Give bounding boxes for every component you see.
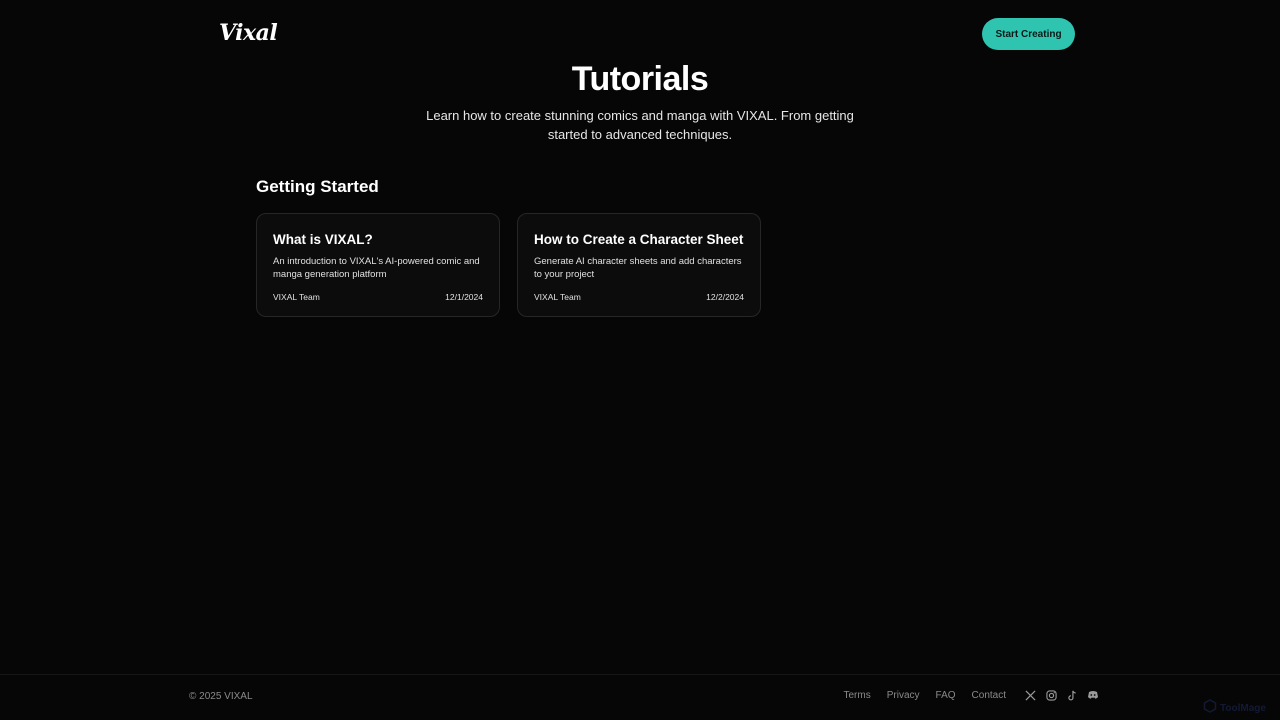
footer-link-privacy[interactable]: Privacy [887, 690, 920, 701]
page: Vixal Start Creating Tutorials Learn how… [0, 0, 1280, 720]
footer: © 2025 VIXAL Terms Privacy FAQ Contact [0, 674, 1280, 720]
footer-nav: Terms Privacy FAQ Contact [827, 689, 1099, 701]
card-description: An introduction to VIXAL's AI-powered co… [273, 256, 480, 280]
card-date: 12/1/2024 [445, 292, 483, 302]
tiktok-icon[interactable] [1066, 689, 1078, 701]
card-date: 12/2/2024 [706, 292, 744, 302]
vixal-logo[interactable]: Vixal [219, 20, 278, 46]
tutorial-card-character-sheet[interactable]: How to Create a Character Sheet Generate… [517, 213, 761, 317]
x-icon[interactable] [1024, 689, 1036, 701]
social-links [1024, 689, 1099, 701]
instagram-icon[interactable] [1045, 689, 1057, 701]
card-author: VIXAL Team [534, 292, 581, 302]
watermark-text: ToolMage [1220, 703, 1266, 714]
start-creating-button[interactable]: Start Creating [982, 18, 1075, 50]
page-subtitle: Learn how to create stunning comics and … [426, 108, 854, 142]
discord-icon[interactable] [1087, 689, 1099, 701]
card-author: VIXAL Team [273, 292, 320, 302]
card-title: What is VIXAL? [273, 232, 373, 247]
copyright: © 2025 VIXAL [189, 691, 253, 702]
watermark-logo-icon [1203, 699, 1217, 718]
card-title: How to Create a Character Sheet [534, 232, 744, 247]
watermark: ToolMage [1203, 699, 1266, 718]
footer-link-terms[interactable]: Terms [843, 690, 870, 701]
section-title-getting-started: Getting Started [256, 177, 379, 196]
card-description: Generate AI character sheets and add cha… [534, 256, 742, 280]
footer-link-faq[interactable]: FAQ [936, 690, 956, 701]
page-title: Tutorials [571, 60, 709, 98]
footer-link-contact[interactable]: Contact [972, 690, 1006, 701]
tutorial-card-what-is-vixal[interactable]: What is VIXAL? An introduction to VIXAL'… [256, 213, 500, 317]
